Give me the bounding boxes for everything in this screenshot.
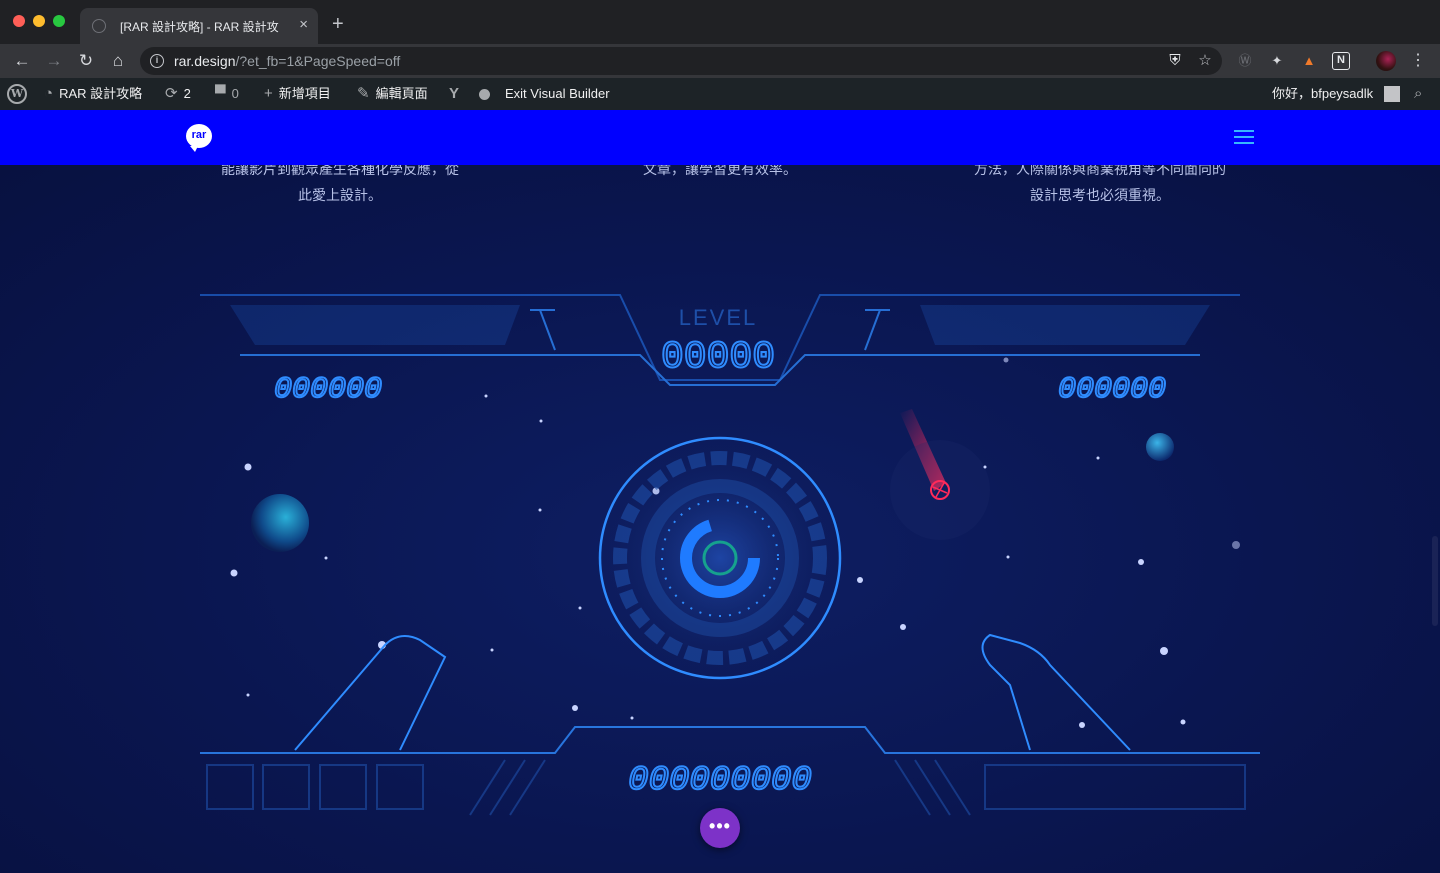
planet-right	[1146, 433, 1174, 461]
fire-extension-icon[interactable]: ▲	[1300, 52, 1318, 70]
back-arrow-icon[interactable]: ←	[12, 51, 32, 71]
maximize-window-button[interactable]	[53, 15, 65, 27]
exit-visual-builder-button[interactable]: Exit Visual Builder	[505, 78, 610, 110]
minimize-window-button[interactable]	[33, 15, 45, 27]
edit-page-label: 編輯頁面	[375, 86, 428, 101]
planet-left	[251, 494, 309, 552]
url-text[interactable]: rar.design/?et_fb=1&PageSpeed=off	[174, 53, 400, 69]
profile-avatar-icon[interactable]	[1376, 51, 1396, 71]
search-icon[interactable]: ⌕	[1414, 78, 1422, 110]
page-scrollbar[interactable]	[1432, 536, 1438, 626]
admin-updates[interactable]: ⟳ 2	[165, 78, 191, 110]
site-info-icon[interactable]: i	[150, 54, 164, 68]
site-content: 能讓影片到觀眾產生各種化學反應，從 此愛上設計。 文章，讓學習更有效率。 方法，…	[0, 165, 1440, 873]
site-header: rar	[0, 110, 1440, 165]
wordpress-logo-icon[interactable]: W	[7, 84, 27, 104]
updates-icon: ⟳	[165, 85, 178, 102]
bookmark-star-icon[interactable]: ☆	[1196, 52, 1214, 70]
updates-count: 2	[183, 86, 191, 101]
hud-left-digits: 000000	[274, 373, 382, 407]
seo-status-dot	[479, 89, 490, 100]
home-icon[interactable]: ⌂	[108, 51, 128, 71]
admin-comments[interactable]: ▀ 0	[215, 78, 239, 110]
admin-yoast[interactable]: Y	[449, 78, 465, 110]
url-path: /?et_fb=1&PageSpeed=off	[235, 53, 401, 69]
notion-extension-icon[interactable]: N	[1332, 52, 1350, 70]
hud-level-label: LEVEL	[679, 305, 758, 330]
admin-edit-page[interactable]: ✎ 編輯頁面	[357, 78, 428, 110]
more-menu-icon[interactable]: ⋮	[1410, 51, 1426, 71]
comet	[890, 409, 990, 540]
shield-blocked-icon[interactable]: ⛨	[1166, 52, 1184, 70]
comments-count: 0	[231, 86, 239, 101]
hamburger-menu-icon[interactable]	[1234, 130, 1254, 144]
builder-options-button[interactable]: •••	[700, 808, 740, 848]
plus-icon: +	[264, 85, 273, 102]
new-tab-button[interactable]: +	[332, 14, 344, 34]
admin-greeting[interactable]: 你好，bfpeysadlk	[1272, 78, 1373, 110]
wordpress-extension-icon[interactable]: Ⓦ	[1236, 52, 1254, 70]
comment-bubble-icon: ▀	[215, 85, 226, 102]
space-hud-illustration: LEVEL 00000 000000 000000 000000000	[200, 294, 1260, 816]
url-host: rar.design	[174, 53, 236, 69]
hud-level-digits: 00000	[661, 336, 775, 379]
browser-tab-bar: [RAR 設計攻略] - RAR 設計攻 × +	[0, 0, 1440, 44]
browser-tab[interactable]: [RAR 設計攻略] - RAR 設計攻 ×	[80, 8, 318, 44]
pin-extension-icon[interactable]: ✦	[1268, 52, 1286, 70]
pencil-icon: ✎	[357, 85, 370, 102]
forward-arrow-icon[interactable]: →	[44, 51, 64, 71]
admin-site-name-label: RAR 設計攻略	[59, 86, 143, 101]
hud-right-digits: 000000	[1058, 373, 1166, 407]
tab-title: [RAR 設計攻略] - RAR 設計攻	[120, 20, 279, 34]
user-avatar[interactable]	[1384, 86, 1400, 102]
browser-toolbar: ← → ↻ ⌂ i rar.design/?et_fb=1&PageSpeed=…	[0, 44, 1440, 78]
dashboard-icon: ◔	[44, 85, 54, 102]
admin-site-name[interactable]: ◔ RAR 設計攻略	[44, 78, 142, 110]
admin-new-item[interactable]: + 新增項目	[264, 78, 331, 110]
wp-admin-bar: W ◔ RAR 設計攻略 ⟳ 2 ▀ 0 + 新增項目 ✎ 編輯頁面 Y Exit Vis…	[0, 78, 1440, 110]
yoast-seo-icon: Y	[449, 85, 460, 102]
reload-icon[interactable]: ↻	[76, 51, 96, 71]
close-window-button[interactable]	[13, 15, 25, 27]
site-logo[interactable]: rar	[186, 124, 212, 152]
tab-close-button[interactable]: ×	[299, 16, 308, 34]
address-bar[interactable]: i rar.design/?et_fb=1&PageSpeed=off ⛨ ☆	[140, 47, 1222, 75]
hud-bottom-digits: 000000000	[628, 762, 812, 800]
globe-icon	[92, 19, 106, 33]
new-item-label: 新增項目	[278, 86, 331, 101]
hud-reactor	[595, 433, 845, 683]
